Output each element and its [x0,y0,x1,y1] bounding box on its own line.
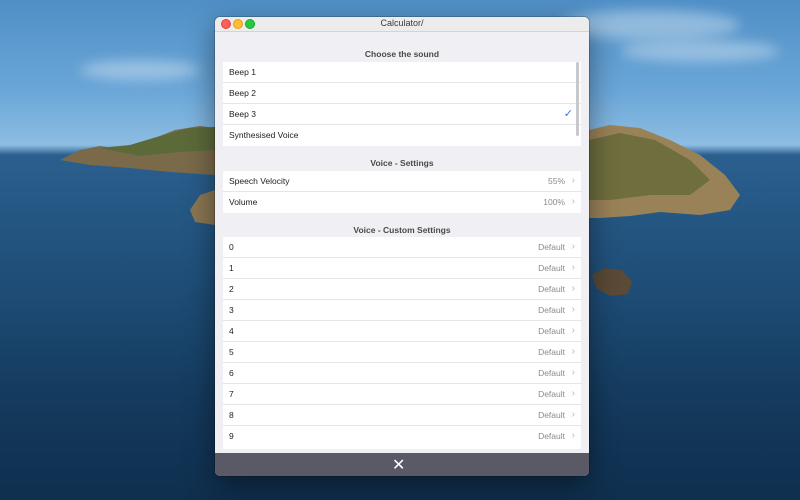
list-item-custom-setting[interactable]: 8 Default › [223,405,581,426]
sound-list: Beep 1 Beep 2 Beep 3 ✓ Synthesised Voice [223,62,581,146]
setting-value: Default [538,431,565,441]
setting-value: Default [538,347,565,357]
sound-label: Beep 3 [229,109,256,119]
section-header-custom-settings: Voice - Custom Settings [353,225,451,235]
list-item-custom-setting[interactable]: 4 Default › [223,321,581,342]
sound-label: Synthesised Voice [229,130,299,140]
setting-value: Default [538,326,565,336]
sound-label: Beep 2 [229,88,256,98]
setting-label: Speech Velocity [229,176,290,186]
setting-label: 9 [229,431,234,441]
chevron-right-icon: › [571,346,575,357]
setting-value: Default [538,263,565,273]
setting-value: Default [538,242,565,252]
setting-label: 3 [229,305,234,315]
setting-label: 2 [229,284,234,294]
setting-label: 5 [229,347,234,357]
app-window: Calculator/ Choose the sound Beep 1 Beep… [215,17,589,476]
setting-value: 55% [547,176,565,186]
sound-label: Beep 1 [229,67,256,77]
setting-label: 6 [229,368,234,378]
list-item-sound[interactable]: Beep 1 [223,62,581,83]
chevron-right-icon: › [571,262,575,273]
setting-value: Default [538,284,565,294]
list-item-sound[interactable]: Beep 2 [223,83,581,104]
list-item-custom-setting[interactable]: 2 Default › [223,279,581,300]
setting-value: Default [538,389,565,399]
bottom-bar: ✕ [215,453,589,476]
list-item-custom-setting[interactable]: 0 Default › [223,237,581,258]
chevron-right-icon: › [571,430,575,441]
section-header-sound: Choose the sound [364,49,440,59]
list-item-volume[interactable]: Volume 100% › [223,192,581,213]
setting-label: 4 [229,326,234,336]
chevron-right-icon: › [571,241,575,252]
settings-content[interactable]: Choose the sound Beep 1 Beep 2 Beep 3 ✓ … [215,32,589,453]
checkmark-icon: ✓ [563,108,573,120]
setting-label: 1 [229,263,234,273]
setting-value: Default [538,368,565,378]
chevron-right-icon: › [571,388,575,399]
chevron-right-icon: › [571,409,575,420]
list-item-sound[interactable]: Synthesised Voice [223,125,581,146]
list-item-sound[interactable]: Beep 3 ✓ [223,104,581,125]
window-title: Calculator/ [380,18,424,28]
chevron-right-icon: › [571,175,575,186]
close-icon[interactable]: ✕ [392,455,405,475]
title-bar[interactable]: Calculator/ [215,17,589,32]
setting-label: 7 [229,389,234,399]
setting-value: 100% [543,197,565,207]
list-item-custom-setting[interactable]: 3 Default › [223,300,581,321]
section-header-voice-settings: Voice - Settings [370,158,434,168]
setting-value: Default [538,410,565,420]
voice-settings-list: Speech Velocity 55% › Volume 100% › [223,171,581,213]
list-item-custom-setting[interactable]: 7 Default › [223,384,581,405]
setting-value: Default [538,305,565,315]
chevron-right-icon: › [571,196,575,207]
chevron-right-icon: › [571,325,575,336]
list-item-custom-setting[interactable]: 6 Default › [223,363,581,384]
setting-label: 0 [229,242,234,252]
chevron-right-icon: › [571,304,575,315]
chevron-right-icon: › [571,367,575,378]
setting-label: 8 [229,410,234,420]
list-item-speech-velocity[interactable]: Speech Velocity 55% › [223,171,581,192]
setting-label: Volume [229,197,258,207]
custom-settings-list: 0 Default › 1 Default › 2 Default › 3 De… [223,237,581,449]
list-item-custom-setting[interactable]: 1 Default › [223,258,581,279]
list-item-custom-setting[interactable]: 9 Default › [223,426,581,447]
chevron-right-icon: › [571,283,575,294]
list-item-custom-setting[interactable]: 5 Default › [223,342,581,363]
scrollbar[interactable] [576,62,579,136]
